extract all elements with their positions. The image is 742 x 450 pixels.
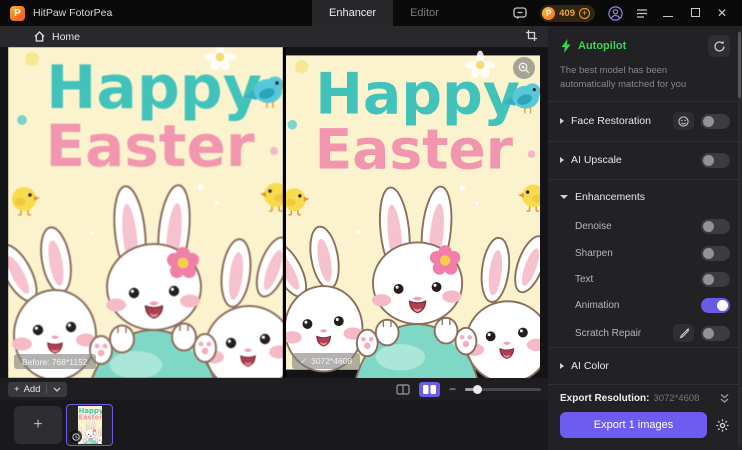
app-logo-icon: P (10, 5, 25, 21)
ai-upscale-label: AI Upscale (571, 154, 622, 167)
zoom-slider-handle[interactable] (473, 384, 483, 394)
home-icon (34, 31, 45, 42)
sidebar: Autopilot The best model has been automa… (548, 26, 742, 450)
settings-gear-icon[interactable] (715, 418, 730, 433)
manual-repair-icon[interactable] (673, 324, 694, 343)
main-tabs: Enhancer Editor (312, 0, 456, 26)
autopilot-bolt-icon (561, 39, 571, 53)
expand-triangle-icon[interactable] (560, 363, 564, 370)
denoise-toggle[interactable] (701, 219, 730, 235)
bottom-control-bar: + Add − + (0, 378, 557, 400)
zoom-out-button[interactable]: − (449, 383, 456, 395)
before-resolution-badge: Before: 768*1152 (14, 354, 96, 369)
scratch-repair-toggle[interactable] (701, 325, 730, 341)
home-label: Home (52, 30, 81, 43)
refresh-button[interactable] (708, 35, 730, 57)
face-preview-icon[interactable] (673, 112, 694, 131)
credits-badge[interactable]: P 409 + (540, 4, 595, 22)
check-icon: ✓ (300, 355, 308, 366)
export-section: Export Resolution: 3072*4608 Export 1 im… (548, 384, 742, 450)
enhancement-row-text: Text (548, 266, 742, 292)
enhancement-row-sharpen: Sharpen (548, 240, 742, 266)
comparison-canvas: Before: 768*1152 ✓ 3072*4608 (0, 47, 548, 378)
account-icon[interactable] (608, 5, 623, 21)
tab-enhancer[interactable]: Enhancer (312, 0, 394, 26)
autopilot-title: Autopilot (578, 40, 627, 52)
enhancements-label: Enhancements (575, 190, 646, 203)
crop-icon[interactable] (525, 29, 538, 42)
ai-upscale-row[interactable]: AI Upscale (548, 142, 742, 179)
sharpen-toggle[interactable] (701, 245, 730, 261)
tab-editor[interactable]: Editor (393, 0, 456, 26)
ai-color-label: AI Color (571, 360, 609, 373)
enhancements-header[interactable]: Enhancements (548, 180, 742, 214)
zoom-preview-icon[interactable] (513, 57, 535, 79)
expand-triangle-icon[interactable] (560, 118, 564, 125)
close-button[interactable]: ✕ (715, 6, 729, 20)
maximize-button[interactable] (688, 6, 702, 20)
ai-upscale-toggle[interactable] (701, 152, 730, 168)
image-thumbnail[interactable] (66, 404, 113, 446)
split-view-icon[interactable] (396, 383, 410, 395)
before-image (8, 47, 283, 378)
view-controls: − + (396, 378, 557, 400)
enhancement-row-animation: Animation (548, 293, 742, 319)
app-window: P HitPaw FotorPea Enhancer Editor P 409 … (0, 0, 742, 450)
plus-icon: + (14, 383, 20, 395)
zoom-slider[interactable] (465, 384, 542, 394)
filmstrip: + (0, 400, 548, 450)
chevron-down-icon[interactable] (53, 387, 61, 392)
export-resolution-label: Export Resolution: (560, 393, 650, 404)
text-toggle[interactable] (701, 271, 730, 287)
collapse-triangle-icon[interactable] (560, 194, 568, 199)
sidebar-scrollbar-thumb[interactable] (738, 32, 741, 98)
minimize-button[interactable] (661, 6, 675, 20)
workspace: Home Before: 768*1152 ✓ 3072*4608 + Add … (0, 26, 557, 450)
menu-icon[interactable] (636, 8, 648, 18)
credits-count: 409 (559, 7, 575, 19)
double-chevron-down-icon[interactable] (719, 393, 730, 404)
after-image-pane[interactable]: ✓ 3072*4608 (286, 47, 547, 378)
enhancement-row-denoise: Denoise (548, 214, 742, 240)
face-restoration-row[interactable]: Face Restoration (548, 101, 742, 141)
add-credits-icon[interactable]: + (579, 7, 590, 19)
home-button[interactable]: Home (34, 31, 80, 43)
side-by-side-view-icon[interactable] (419, 381, 440, 397)
enhancement-row-scratch-repair: Scratch Repair (548, 319, 742, 347)
face-restoration-label: Face Restoration (571, 115, 651, 128)
credits-logo-icon: P (542, 6, 556, 20)
autopilot-description: The best model has been automatically ma… (560, 65, 687, 90)
export-resolution-value: 3072*4608 (653, 393, 700, 404)
autopilot-section: Autopilot The best model has been automa… (548, 26, 742, 101)
add-label: Add (23, 383, 41, 395)
after-resolution-badge: ✓ 3072*4608 (292, 353, 361, 369)
add-image-tile[interactable]: + (14, 406, 62, 444)
ai-color-row[interactable]: AI Color (548, 348, 742, 384)
add-image-button[interactable]: + Add (8, 381, 68, 397)
app-title: HitPaw FotorPea (33, 7, 113, 19)
export-button[interactable]: Export 1 images (560, 412, 707, 438)
breadcrumb-bar: Home (0, 26, 548, 47)
titlebar: P HitPaw FotorPea Enhancer Editor P 409 … (0, 0, 742, 26)
before-image-pane[interactable]: Before: 768*1152 (8, 47, 283, 378)
animation-toggle[interactable] (701, 298, 730, 314)
after-image (286, 47, 547, 378)
expand-triangle-icon[interactable] (560, 157, 564, 164)
feedback-icon[interactable] (513, 6, 527, 20)
face-restoration-toggle[interactable] (701, 113, 730, 129)
thumbnail-status-icon (69, 430, 82, 443)
